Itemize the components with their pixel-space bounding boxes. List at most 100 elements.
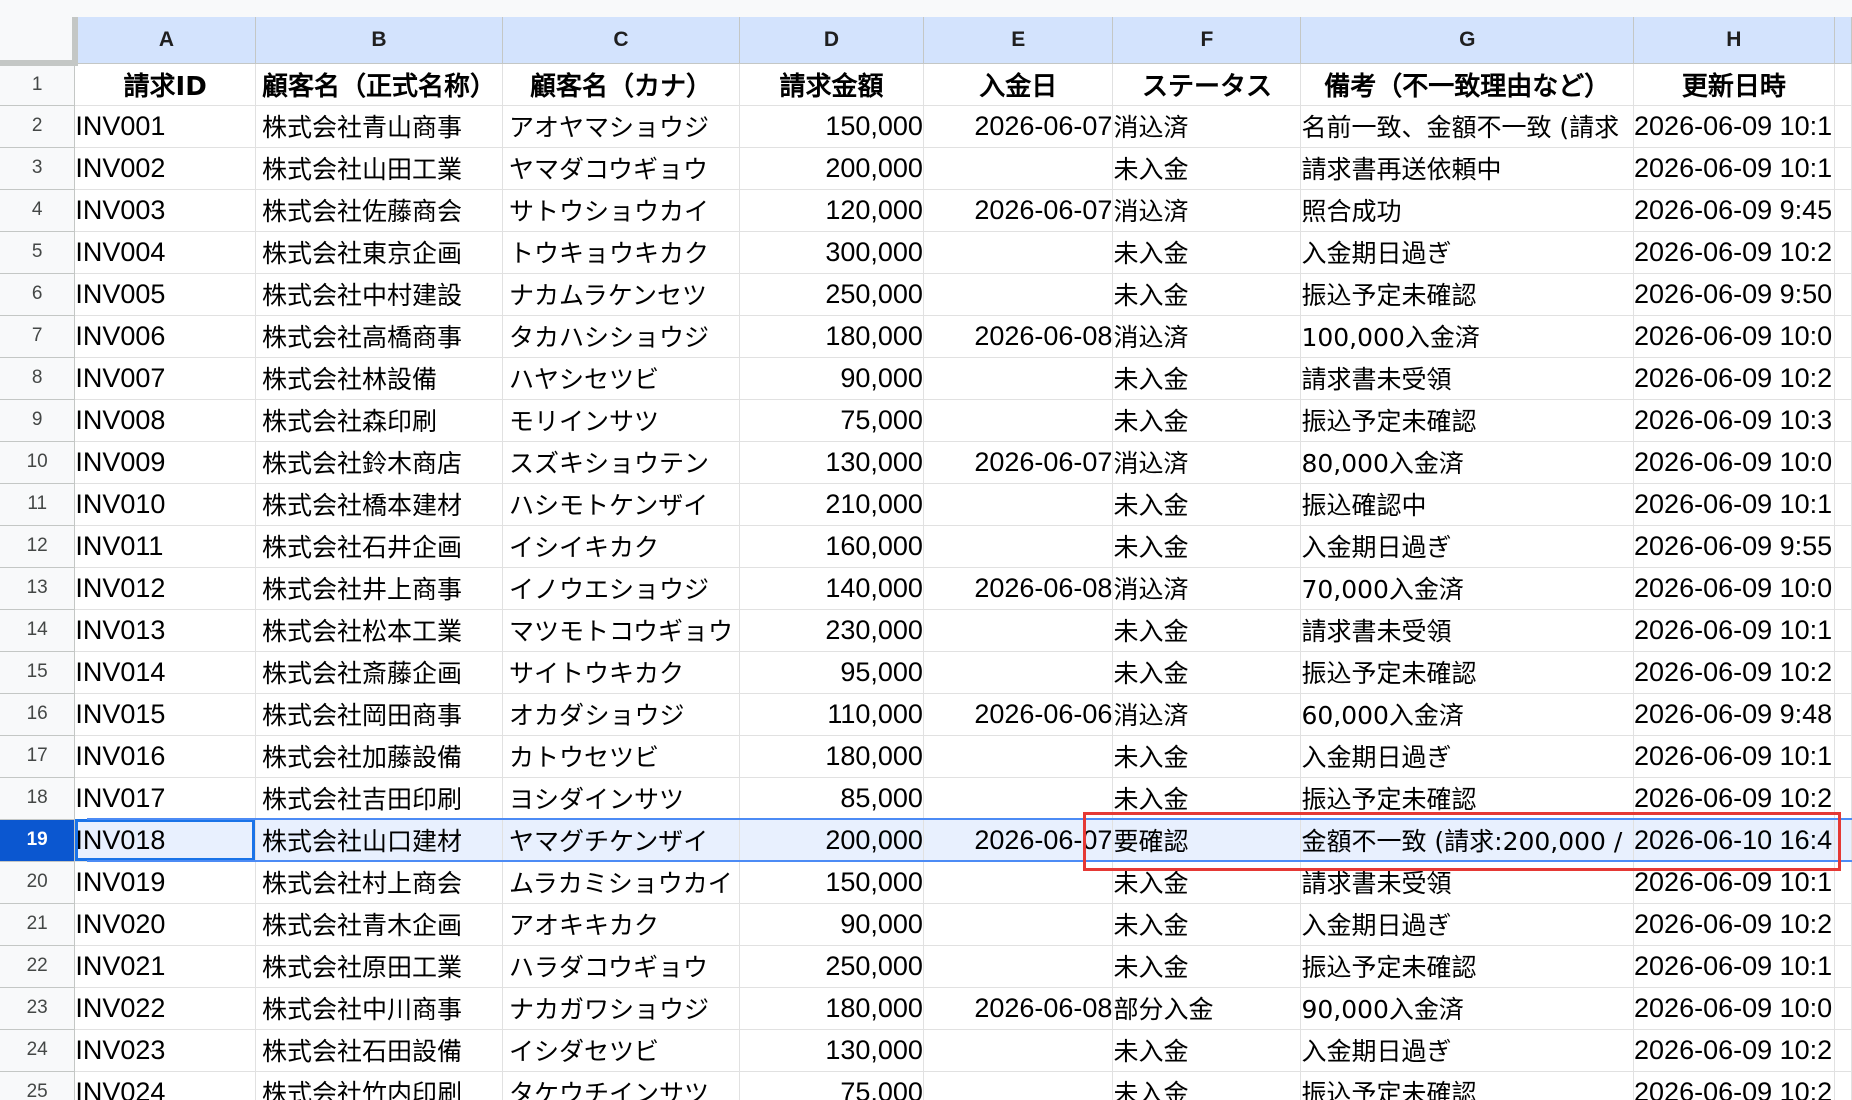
cell-f3[interactable]: 未入金 bbox=[1112, 147, 1302, 190]
cell-f23[interactable]: 部分入金 bbox=[1112, 987, 1302, 1030]
cell-b19[interactable]: 株式会社山口建材 bbox=[255, 819, 503, 862]
cell-b12[interactable]: 株式会社石井企画 bbox=[255, 525, 503, 568]
cell-f8[interactable]: 未入金 bbox=[1112, 357, 1302, 400]
cell-b18[interactable]: 株式会社吉田印刷 bbox=[255, 777, 503, 820]
cell-d22[interactable]: 250,000 bbox=[739, 945, 924, 988]
cell-g2[interactable]: 名前一致、金額不一致 (請求 bbox=[1300, 105, 1635, 148]
cell-e19[interactable]: 2026-06-07 bbox=[923, 819, 1114, 862]
cell-g17[interactable]: 入金期日過ぎ bbox=[1300, 735, 1635, 778]
cell-h4[interactable]: 2026-06-09 9:45 bbox=[1633, 189, 1835, 232]
cell-d25[interactable]: 75,000 bbox=[739, 1071, 924, 1100]
cell-e3[interactable] bbox=[923, 147, 1114, 190]
cell-g5[interactable]: 入金期日過ぎ bbox=[1300, 231, 1635, 274]
cell-e24[interactable] bbox=[923, 1029, 1114, 1072]
cell-f22[interactable]: 未入金 bbox=[1112, 945, 1302, 988]
row-header[interactable]: 8 bbox=[0, 357, 76, 400]
cell-b24[interactable]: 株式会社石田設備 bbox=[255, 1029, 503, 1072]
cell-c23[interactable]: ナカガワショウジ bbox=[502, 987, 740, 1030]
cell-e17[interactable] bbox=[923, 735, 1114, 778]
cell-d24[interactable]: 130,000 bbox=[739, 1029, 924, 1072]
cell-d17[interactable]: 180,000 bbox=[739, 735, 924, 778]
cell-b9[interactable]: 株式会社森印刷 bbox=[255, 399, 503, 442]
row-header[interactable]: 16 bbox=[0, 693, 76, 736]
cell-c13[interactable]: イノウエショウジ bbox=[502, 567, 740, 610]
cell-g24[interactable]: 入金期日過ぎ bbox=[1300, 1029, 1635, 1072]
cell-f21[interactable]: 未入金 bbox=[1112, 903, 1302, 946]
cell-a23[interactable]: INV022 bbox=[74, 987, 256, 1030]
cell-b5[interactable]: 株式会社東京企画 bbox=[255, 231, 503, 274]
cell-e5[interactable] bbox=[923, 231, 1114, 274]
cell-f19[interactable]: 要確認 bbox=[1112, 819, 1302, 862]
row-header[interactable]: 19 bbox=[0, 819, 76, 862]
column-header-d[interactable]: D bbox=[739, 17, 924, 64]
cell-d1[interactable]: 請求金額 bbox=[739, 63, 924, 106]
cell-b17[interactable]: 株式会社加藤設備 bbox=[255, 735, 503, 778]
cell-d13[interactable]: 140,000 bbox=[739, 567, 924, 610]
cell-e6[interactable] bbox=[923, 273, 1114, 316]
cell-d3[interactable]: 200,000 bbox=[739, 147, 924, 190]
cell-e7[interactable]: 2026-06-08 bbox=[923, 315, 1114, 358]
cell-b11[interactable]: 株式会社橋本建材 bbox=[255, 483, 503, 526]
cell-a8[interactable]: INV007 bbox=[74, 357, 256, 400]
cell-g21[interactable]: 入金期日過ぎ bbox=[1300, 903, 1635, 946]
cell-g25[interactable]: 振込予定未確認 bbox=[1300, 1071, 1635, 1100]
cell-e12[interactable] bbox=[923, 525, 1114, 568]
cell-h24[interactable]: 2026-06-09 10:2 bbox=[1633, 1029, 1835, 1072]
cell-e22[interactable] bbox=[923, 945, 1114, 988]
cell-a5[interactable]: INV004 bbox=[74, 231, 256, 274]
cell-c25[interactable]: タケウチインサツ bbox=[502, 1071, 740, 1100]
cell-h8[interactable]: 2026-06-09 10:2 bbox=[1633, 357, 1835, 400]
column-header-c[interactable]: C bbox=[502, 17, 740, 64]
row-header[interactable]: 5 bbox=[0, 231, 76, 274]
cell-g20[interactable]: 請求書未受領 bbox=[1300, 861, 1635, 904]
cell-h23[interactable]: 2026-06-09 10:0 bbox=[1633, 987, 1835, 1030]
row-header[interactable]: 18 bbox=[0, 777, 76, 820]
cell-b25[interactable]: 株式会社竹内印刷 bbox=[255, 1071, 503, 1100]
cell-g1[interactable]: 備考（不一致理由など） bbox=[1300, 63, 1635, 106]
cell-d23[interactable]: 180,000 bbox=[739, 987, 924, 1030]
row-header[interactable]: 24 bbox=[0, 1029, 76, 1072]
cell-f5[interactable]: 未入金 bbox=[1112, 231, 1302, 274]
cell-c9[interactable]: モリインサツ bbox=[502, 399, 740, 442]
row-header[interactable]: 13 bbox=[0, 567, 76, 610]
cell-d12[interactable]: 160,000 bbox=[739, 525, 924, 568]
cell-f11[interactable]: 未入金 bbox=[1112, 483, 1302, 526]
cell-h1[interactable]: 更新日時 bbox=[1633, 63, 1835, 106]
cell-f7[interactable]: 消込済 bbox=[1112, 315, 1302, 358]
row-header[interactable]: 7 bbox=[0, 315, 76, 358]
cell-c8[interactable]: ハヤシセツビ bbox=[502, 357, 740, 400]
cell-c1[interactable]: 顧客名（カナ） bbox=[502, 63, 740, 106]
cell-a2[interactable]: INV001 bbox=[74, 105, 256, 148]
cell-f13[interactable]: 消込済 bbox=[1112, 567, 1302, 610]
cell-b13[interactable]: 株式会社井上商事 bbox=[255, 567, 503, 610]
column-header-f[interactable]: F bbox=[1112, 17, 1302, 64]
cell-h19[interactable]: 2026-06-10 16:4 bbox=[1633, 819, 1835, 862]
cell-c3[interactable]: ヤマダコウギョウ bbox=[502, 147, 740, 190]
cell-a3[interactable]: INV002 bbox=[74, 147, 256, 190]
select-all-corner[interactable] bbox=[0, 17, 78, 66]
cell-g19[interactable]: 金額不一致 (請求:200,000 / bbox=[1300, 819, 1635, 862]
cell-a9[interactable]: INV008 bbox=[74, 399, 256, 442]
cell-h11[interactable]: 2026-06-09 10:1 bbox=[1633, 483, 1835, 526]
cell-c21[interactable]: アオキキカク bbox=[502, 903, 740, 946]
cell-f24[interactable]: 未入金 bbox=[1112, 1029, 1302, 1072]
row-header[interactable]: 17 bbox=[0, 735, 76, 778]
cell-a20[interactable]: INV019 bbox=[74, 861, 256, 904]
cell-e2[interactable]: 2026-06-07 bbox=[923, 105, 1114, 148]
row-header[interactable]: 3 bbox=[0, 147, 76, 190]
cell-h14[interactable]: 2026-06-09 10:1 bbox=[1633, 609, 1835, 652]
cell-g9[interactable]: 振込予定未確認 bbox=[1300, 399, 1635, 442]
cell-b23[interactable]: 株式会社中川商事 bbox=[255, 987, 503, 1030]
column-header-a[interactable]: A bbox=[74, 17, 256, 64]
cell-g10[interactable]: 80,000入金済 bbox=[1300, 441, 1635, 484]
row-header[interactable]: 12 bbox=[0, 525, 76, 568]
cell-h25[interactable]: 2026-06-09 10:2 bbox=[1633, 1071, 1835, 1100]
cell-a22[interactable]: INV021 bbox=[74, 945, 256, 988]
cell-f4[interactable]: 消込済 bbox=[1112, 189, 1302, 232]
cell-e15[interactable] bbox=[923, 651, 1114, 694]
cell-c6[interactable]: ナカムラケンセツ bbox=[502, 273, 740, 316]
cell-h2[interactable]: 2026-06-09 10:1 bbox=[1633, 105, 1835, 148]
cell-b2[interactable]: 株式会社青山商事 bbox=[255, 105, 503, 148]
cell-g13[interactable]: 70,000入金済 bbox=[1300, 567, 1635, 610]
cell-c12[interactable]: イシイキカク bbox=[502, 525, 740, 568]
